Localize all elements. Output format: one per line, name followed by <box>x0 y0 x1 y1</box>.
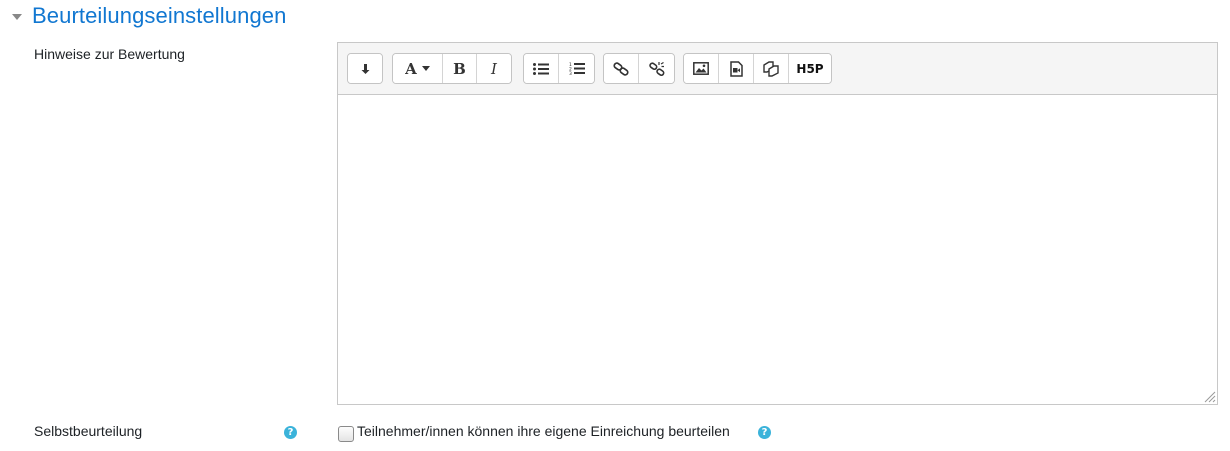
italic-button[interactable]: I <box>477 54 511 83</box>
image-button[interactable] <box>684 54 719 83</box>
h5p-button[interactable]: H5P <box>789 54 831 83</box>
unlink-icon <box>648 61 664 76</box>
grading-hints-editor: A B I 1 2 3 H5P <box>337 42 1218 405</box>
show-more-icon <box>361 63 370 74</box>
manage-files-icon <box>763 60 779 77</box>
ordered-list-button[interactable]: 1 2 3 <box>559 54 594 83</box>
chevron-down-icon <box>421 66 430 71</box>
link-button[interactable] <box>604 54 639 83</box>
editor-content-area[interactable] <box>338 95 1217 404</box>
manage-files-button[interactable] <box>754 54 789 83</box>
font-color-label: A <box>405 59 417 78</box>
font-color-button[interactable]: A <box>393 54 443 83</box>
bold-icon: B <box>453 59 466 78</box>
editor-toolbar: A B I 1 2 3 H5P <box>338 43 1217 95</box>
h5p-icon: H5P <box>796 61 824 76</box>
self-assessment-label: Selbstbeurteilung <box>34 423 143 439</box>
unordered-list-button[interactable] <box>524 54 559 83</box>
toolbar-group-style: A B I <box>392 53 512 84</box>
section-title: Beurteilungseinstellungen <box>32 3 287 28</box>
svg-text:3: 3 <box>569 71 572 75</box>
self-assessment-checkbox[interactable] <box>338 426 354 442</box>
bullet-list-icon <box>533 62 549 75</box>
toolbar-group-lists: 1 2 3 <box>523 53 595 84</box>
media-button[interactable] <box>719 54 754 83</box>
bold-button[interactable]: B <box>443 54 477 83</box>
self-assessment-help-icon[interactable]: ? <box>284 426 297 439</box>
grading-hints-label: Hinweise zur Bewertung <box>34 46 185 62</box>
link-icon <box>613 61 629 76</box>
resize-handle-icon[interactable] <box>1202 389 1216 403</box>
toolbar-group-insert: H5P <box>683 53 832 84</box>
image-icon <box>693 62 709 75</box>
media-icon <box>729 60 743 77</box>
section-header-toggle[interactable]: Beurteilungseinstellungen <box>12 3 286 29</box>
self-assessment-checkbox-label[interactable]: Teilnehmer/innen können ihre eigene Einr… <box>357 423 730 439</box>
checkbox-help-icon[interactable]: ? <box>758 426 771 439</box>
collapse-caret-icon <box>12 14 22 20</box>
show-more-button[interactable] <box>348 54 382 83</box>
italic-icon: I <box>491 59 497 78</box>
unlink-button[interactable] <box>639 54 674 83</box>
toolbar-group-more <box>347 53 383 84</box>
numbered-list-icon: 1 2 3 <box>569 62 585 75</box>
toolbar-group-links <box>603 53 675 84</box>
